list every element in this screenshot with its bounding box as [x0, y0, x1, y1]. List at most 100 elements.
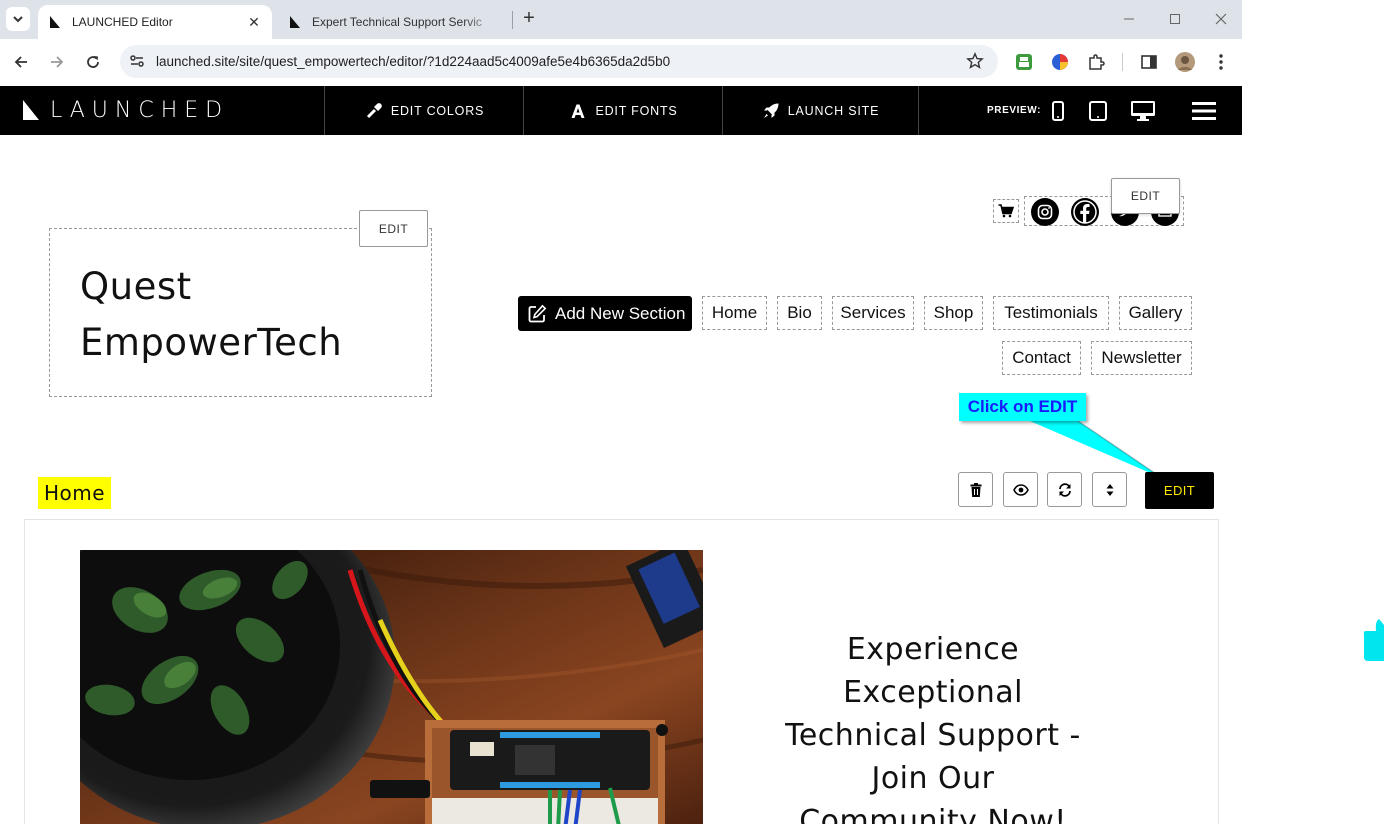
tab-launched-editor[interactable]: LAUNCHED Editor ✕	[38, 5, 272, 39]
section-name: Home	[38, 477, 112, 509]
hero-photo	[80, 550, 703, 824]
browser-menu-button[interactable]	[1210, 51, 1232, 73]
hero-headline[interactable]: Experience Exceptional Technical Support…	[760, 628, 1106, 824]
preview-mobile-button[interactable]	[1051, 100, 1065, 122]
extensions-menu-button[interactable]	[1085, 51, 1107, 73]
browser-chrome: LAUNCHED Editor ✕ Expert Technical Suppo…	[0, 0, 1242, 86]
color-picker-extension-icon	[1052, 54, 1068, 70]
nav-link-shop[interactable]: Shop	[924, 296, 983, 330]
instagram-link[interactable]	[1031, 198, 1059, 226]
tab-expert-support[interactable]: Expert Technical Support Servic	[278, 5, 510, 39]
hero-image	[80, 550, 703, 824]
brand-edit-button[interactable]: EDIT	[359, 210, 428, 247]
tablet-icon	[1089, 101, 1107, 121]
screen: LAUNCHED Editor ✕ Expert Technical Suppo…	[0, 0, 1384, 824]
hamburger-menu-icon	[1192, 102, 1216, 120]
extension-button[interactable]	[1049, 51, 1071, 73]
hero-headline-line: Join Our	[871, 761, 995, 796]
back-button[interactable]	[9, 50, 33, 74]
nav-link-home[interactable]: Home	[702, 296, 767, 330]
sort-arrows-icon	[1106, 483, 1113, 496]
editor-menu-button[interactable]	[1192, 100, 1216, 122]
minimize-button[interactable]	[1116, 8, 1142, 30]
arrow-right-icon	[51, 56, 64, 68]
avatar-icon	[1175, 52, 1195, 72]
tab-title: LAUNCHED Editor	[72, 15, 173, 29]
nav-link-newsletter[interactable]: Newsletter	[1091, 341, 1192, 375]
editor-toolbar: LAUNCHED EDIT COLORS EDIT FONTS LAUNCH S…	[0, 86, 1242, 135]
edit-colors-button[interactable]: EDIT COLORS	[324, 86, 524, 135]
hero-headline-line: Experience	[846, 632, 1020, 667]
eyedropper-icon	[365, 102, 383, 120]
reload-icon	[87, 56, 99, 68]
preview-desktop-button[interactable]	[1130, 100, 1156, 122]
nav-link-bio[interactable]: Bio	[777, 296, 822, 330]
nav-link-testimonials[interactable]: Testimonials	[993, 296, 1109, 330]
toggle-visibility-button[interactable]	[1003, 472, 1038, 507]
tab-search-button[interactable]	[6, 7, 30, 31]
brand-block[interactable]: Quest EmpowerTech	[49, 228, 432, 397]
rocket-icon	[762, 102, 780, 120]
reload-button[interactable]	[81, 50, 105, 74]
logo-text: LAUNCHED	[50, 97, 230, 123]
nav-link-contact[interactable]: Contact	[1002, 341, 1081, 375]
more-vertical-icon	[1219, 54, 1223, 70]
tab-divider	[512, 11, 513, 29]
maximize-icon	[1170, 14, 1180, 24]
site-title-line: Quest	[80, 265, 192, 308]
swap-layout-button[interactable]	[1047, 472, 1082, 507]
tutorial-callout: Click on EDIT	[959, 393, 1086, 421]
browser-toolbar: launched.site/site/quest_empowertech/edi…	[0, 39, 1242, 86]
tab-title: Expert Technical Support Servic	[312, 15, 482, 29]
hero-headline-line: Community Now!	[799, 804, 1067, 824]
add-new-section-button[interactable]: Add New Section	[518, 296, 692, 331]
window-close-button[interactable]	[1208, 8, 1234, 30]
edit-fonts-label: EDIT FONTS	[595, 103, 678, 118]
launched-logo-icon	[23, 100, 39, 120]
hero-headline-line: Exceptional	[843, 675, 1023, 710]
arrow-left-icon	[14, 56, 27, 68]
cart-button[interactable]	[993, 199, 1019, 223]
hero-headline-line: Technical Support -	[785, 718, 1081, 753]
toolbar-divider	[1122, 53, 1123, 71]
facebook-link[interactable]	[1071, 198, 1099, 226]
instagram-icon	[1037, 204, 1053, 220]
side-panel-button[interactable]	[1138, 51, 1160, 73]
eye-icon	[1012, 483, 1029, 496]
tab-strip: LAUNCHED Editor ✕ Expert Technical Suppo…	[0, 0, 1242, 39]
nav-link-gallery[interactable]: Gallery	[1119, 296, 1192, 330]
puzzle-piece-icon	[1089, 54, 1105, 70]
profile-avatar[interactable]	[1174, 51, 1196, 73]
reorder-section-button[interactable]	[1092, 472, 1127, 507]
extension-button[interactable]	[1013, 51, 1035, 73]
preview-label: PREVIEW:	[987, 105, 1042, 116]
printer-extension-icon	[1016, 54, 1032, 70]
side-panel-icon	[1141, 55, 1157, 69]
section-edit-button[interactable]: EDIT	[1145, 472, 1214, 509]
minimize-icon	[1124, 18, 1134, 20]
new-tab-button[interactable]: +	[518, 8, 540, 30]
mobile-phone-icon	[1052, 101, 1064, 121]
site-title-line: EmpowerTech	[80, 321, 343, 364]
forward-button[interactable]	[45, 50, 69, 74]
site-title: Quest EmpowerTech	[80, 259, 380, 371]
desktop-monitor-icon	[1131, 101, 1155, 121]
edit-fonts-button[interactable]: EDIT FONTS	[523, 86, 723, 135]
launched-logo[interactable]: LAUNCHED	[22, 97, 230, 123]
thumbs-up-icon	[1363, 619, 1384, 661]
launch-site-button[interactable]: LAUNCH SITE	[722, 86, 919, 135]
bookmark-star-icon[interactable]	[966, 52, 984, 70]
trash-icon	[970, 482, 981, 497]
close-icon[interactable]: ✕	[246, 14, 262, 30]
facebook-icon	[1073, 200, 1097, 224]
maximize-button[interactable]	[1162, 8, 1188, 30]
chevron-down-icon	[13, 16, 23, 23]
address-bar[interactable]: launched.site/site/quest_empowertech/edi…	[120, 45, 998, 78]
site-settings-icon	[130, 55, 144, 67]
launch-site-label: LAUNCH SITE	[787, 103, 880, 118]
delete-section-button[interactable]	[958, 472, 993, 507]
launched-favicon-icon	[50, 16, 60, 28]
social-edit-button[interactable]: EDIT	[1111, 178, 1180, 214]
preview-tablet-button[interactable]	[1088, 100, 1108, 122]
nav-link-services[interactable]: Services	[832, 296, 914, 330]
